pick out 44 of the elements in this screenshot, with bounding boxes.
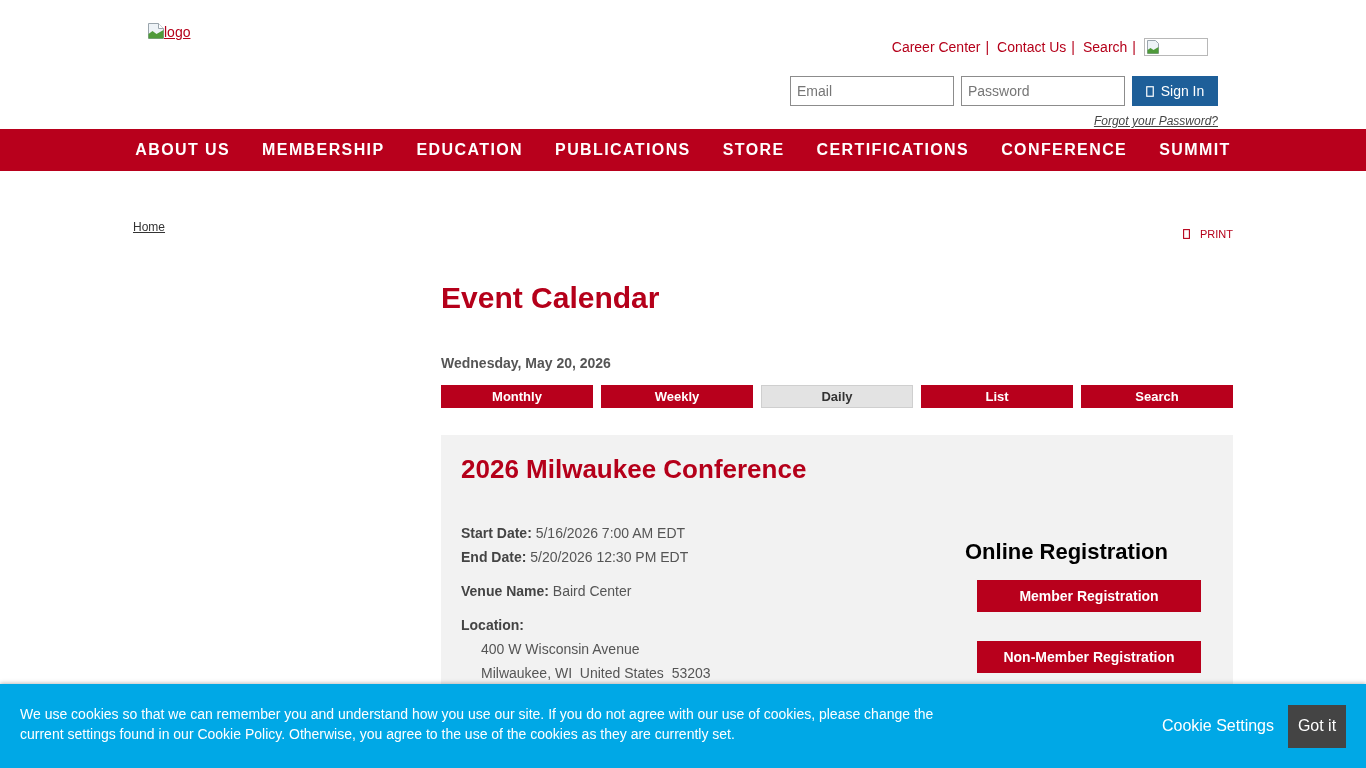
nav-item[interactable]: CONFERENCE bbox=[1001, 141, 1128, 159]
view-tab[interactable]: Monthly bbox=[441, 385, 593, 408]
broken-image-icon bbox=[148, 23, 164, 39]
top-link[interactable]: Search bbox=[1083, 39, 1128, 55]
location-label: Location: bbox=[461, 616, 525, 635]
view-tab[interactable]: Daily bbox=[761, 385, 913, 408]
nav-item[interactable]: ABOUT US bbox=[135, 141, 231, 159]
nav-item[interactable]: PUBLICATIONS bbox=[555, 141, 691, 159]
calendar-date: Wednesday, May 20, 2026 bbox=[441, 354, 612, 372]
broken-image-icon bbox=[1144, 38, 1208, 56]
registration-title: Online Registration bbox=[965, 539, 1169, 565]
event-date: Start Date: 5/16/2026 7:00 AM EDT bbox=[461, 524, 687, 543]
cookie-message: We use cookies so that we can remember you and understand how you use our site. If you do not agree with our use of cookies, please change the current settings found in our Cookie Policy. Otherwise, you agree to the use of the cookies as they are currently set. bbox=[20, 705, 935, 744]
view-tab[interactable]: Weekly bbox=[601, 385, 753, 408]
accept-cookies-button[interactable]: Got it bbox=[1288, 704, 1346, 748]
nav-item[interactable]: STORE bbox=[722, 141, 785, 159]
registration-button[interactable]: Non-Member Registration bbox=[977, 641, 1201, 673]
password-field[interactable]: Password bbox=[961, 76, 1125, 106]
event-title: 2026 Milwaukee Conference bbox=[461, 454, 808, 485]
view-tab[interactable]: Search bbox=[1081, 385, 1233, 408]
nav-item[interactable]: EDUCATION bbox=[416, 141, 524, 159]
print-link[interactable]: PRINT bbox=[1183, 227, 1233, 241]
missing-glyph-icon bbox=[1145, 85, 1154, 97]
email-field[interactable]: Email bbox=[790, 76, 954, 106]
link-separator: | bbox=[1071, 39, 1075, 55]
address-line: Milwaukee, WI United States 53203 bbox=[480, 664, 712, 683]
forgot-password-link[interactable]: Forgot your Password? bbox=[1093, 114, 1218, 128]
missing-glyph-icon bbox=[1183, 229, 1190, 239]
sign-in-button[interactable]: Sign In bbox=[1132, 76, 1218, 106]
link-separator: | bbox=[1132, 39, 1136, 55]
view-tab[interactable]: List bbox=[921, 385, 1073, 408]
page-title: Event Calendar bbox=[441, 280, 661, 316]
logo-link[interactable]: logo bbox=[148, 21, 191, 39]
nav-item[interactable]: SUMMIT bbox=[1159, 141, 1231, 159]
nav-item[interactable]: CERTIFICATIONS bbox=[816, 141, 970, 159]
registration-button[interactable]: Member Registration bbox=[977, 580, 1201, 612]
top-link[interactable]: Career Center bbox=[891, 39, 981, 55]
breadcrumb-link[interactable]: Home bbox=[133, 220, 165, 234]
link-separator: | bbox=[985, 39, 990, 55]
event-date: End Date: 5/20/2026 12:30 PM EDT bbox=[461, 548, 690, 567]
address-line: 400 W Wisconsin Avenue bbox=[480, 640, 641, 659]
venue-name: Venue Name: Baird Center bbox=[461, 582, 633, 601]
nav-item[interactable]: MEMBERSHIP bbox=[262, 141, 385, 159]
top-link[interactable]: Contact Us bbox=[997, 39, 1067, 55]
